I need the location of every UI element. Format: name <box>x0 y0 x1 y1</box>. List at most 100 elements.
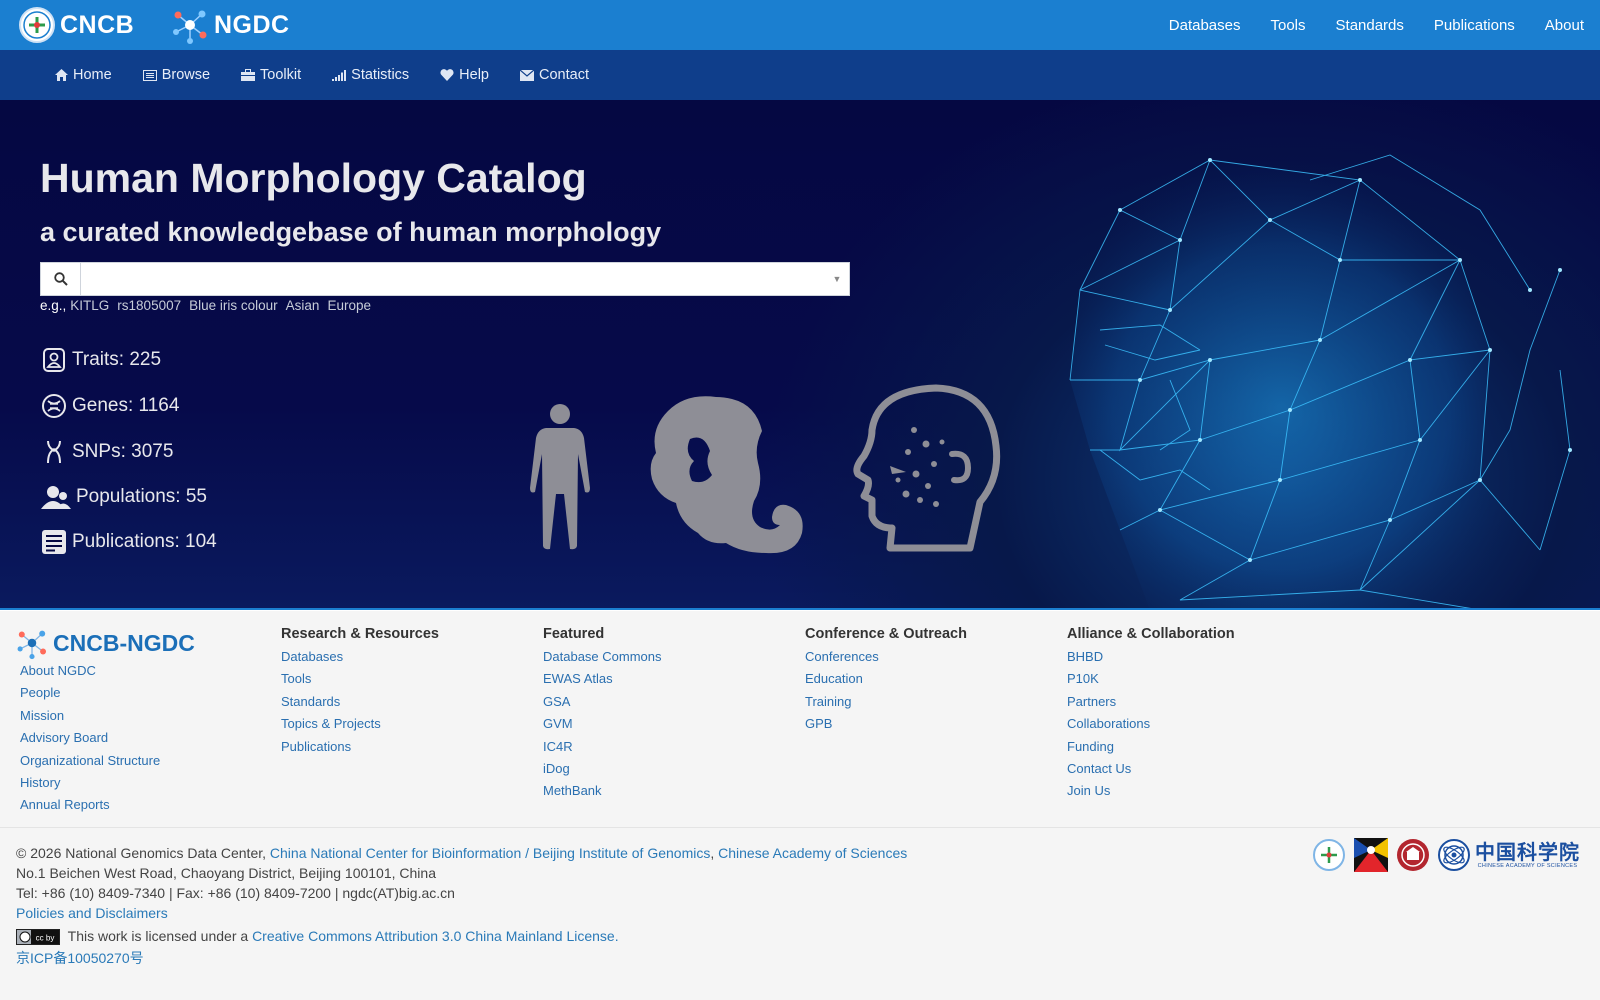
stat-publications-label: Publications: 104 <box>72 531 217 552</box>
license-prefix: This work is licensed under a <box>67 928 249 944</box>
subnav-browse-label: Browse <box>161 67 211 83</box>
stat-publications[interactable]: Publications: 104 <box>40 528 217 556</box>
topnav-publications[interactable]: Publications <box>1434 17 1515 34</box>
hair-figure-icon[interactable] <box>646 393 806 561</box>
footer-link[interactable]: IC4R <box>543 739 662 754</box>
footer-link[interactable]: MethBank <box>543 783 662 798</box>
cas-logo-subtext: CHINESE ACADEMY OF SCIENCES <box>1477 862 1578 869</box>
subnav-statistics[interactable]: Statistics <box>332 67 409 83</box>
footer-link[interactable]: Organizational Structure <box>20 753 160 768</box>
footer-link[interactable]: People <box>20 685 160 700</box>
footer-link[interactable]: Partners <box>1067 694 1235 709</box>
policies-link[interactable]: Policies and Disclaimers <box>16 905 168 921</box>
footer-link[interactable]: GVM <box>543 716 662 731</box>
cas-logo[interactable]: 中国科学院 CHINESE ACADEMY OF SCIENCES <box>1475 841 1580 870</box>
footer-link[interactable]: Contact Us <box>1067 761 1235 776</box>
stat-genes[interactable]: Genes: 1164 <box>40 392 179 420</box>
footer-link[interactable]: BHBD <box>1067 649 1235 664</box>
footer-link[interactable]: Mission <box>20 708 160 723</box>
footer-col-title: Featured <box>543 626 605 642</box>
search-button[interactable] <box>41 263 81 295</box>
footer-col-featured: Featured Database Commons EWAS Atlas GSA… <box>543 626 662 806</box>
cas-link[interactable]: Chinese Academy of Sciences <box>718 845 907 861</box>
subnav-contact[interactable]: Contact <box>520 67 589 83</box>
search-input[interactable] <box>81 263 825 295</box>
home-icon <box>55 69 68 81</box>
footer-link[interactable]: History <box>20 775 160 790</box>
envelope-icon <box>520 69 534 81</box>
footer-ngdc-logo[interactable]: CNCB-NGDC <box>15 626 195 660</box>
stat-snps[interactable]: SNPs: 3075 <box>40 438 173 466</box>
footer-link[interactable]: Training <box>805 694 967 709</box>
big-partner-logo-icon[interactable] <box>1354 838 1388 872</box>
footer-link[interactable]: Conferences <box>805 649 967 664</box>
footer-link[interactable]: iDog <box>543 761 662 776</box>
cas-logo-icon[interactable] <box>1438 839 1470 871</box>
footer-link[interactable]: Annual Reports <box>20 797 160 812</box>
example-link[interactable]: KITLG <box>70 298 109 313</box>
subnav-help-label: Help <box>459 67 489 83</box>
search-examples: e.g., KITLG rs1805007 Blue iris colour A… <box>40 298 379 313</box>
footer-link[interactable]: Join Us <box>1067 783 1235 798</box>
stat-snps-label: SNPs: 3075 <box>72 441 174 462</box>
footer-link[interactable]: Publications <box>281 739 439 754</box>
footer-link[interactable]: Database Commons <box>543 649 662 664</box>
site-navbar: Home Browse Toolkit Statistics Help Cont… <box>0 50 1600 100</box>
example-link[interactable]: Asian <box>286 298 320 313</box>
search-box: ▼ <box>40 262 850 296</box>
footer-link[interactable]: P10K <box>1067 671 1235 686</box>
stat-traits-label: Traits: 225 <box>72 349 162 370</box>
page-title: Human Morphology Catalog <box>40 155 587 201</box>
top-nav-links: Databases Tools Standards Publications A… <box>1169 0 1600 50</box>
cncb-logo[interactable]: CNCB <box>18 5 134 45</box>
example-link[interactable]: rs1805007 <box>117 298 181 313</box>
footer-link[interactable]: Education <box>805 671 967 686</box>
footer-col-title: Research & Resources <box>281 626 439 642</box>
subnav-home-label: Home <box>73 67 112 83</box>
ngdc-logo[interactable]: NGDC <box>170 5 290 45</box>
footer-link[interactable]: Collaborations <box>1067 716 1235 731</box>
face-skin-figure-icon[interactable] <box>850 382 1002 554</box>
subnav-browse[interactable]: Browse <box>142 67 211 83</box>
subnav-contact-label: Contact <box>539 67 589 83</box>
footer-link[interactable]: Standards <box>281 694 439 709</box>
snp-icon <box>40 438 68 466</box>
cncb-link[interactable]: China National Center for Bioinformation… <box>270 845 710 861</box>
topnav-about[interactable]: About <box>1545 17 1584 34</box>
footer-col-title: Conference & Outreach <box>805 626 967 642</box>
license-link[interactable]: Creative Commons Attribution 3.0 China M… <box>252 928 619 944</box>
subnav-help[interactable]: Help <box>440 67 489 83</box>
address-line: No.1 Beichen West Road, Chaoyang Distric… <box>16 865 436 881</box>
footer-link[interactable]: GPB <box>805 716 967 731</box>
ucas-seal-logo-icon[interactable] <box>1396 838 1430 872</box>
footer-link[interactable]: Databases <box>281 649 439 664</box>
stat-populations[interactable]: Populations: 55 <box>40 483 207 511</box>
dropdown-caret-icon[interactable]: ▼ <box>825 263 849 295</box>
footer-link[interactable]: Tools <box>281 671 439 686</box>
stat-traits[interactable]: Traits: 225 <box>40 346 161 374</box>
footer-link[interactable]: About NGDC <box>20 663 160 678</box>
cncb-partner-logo-icon[interactable] <box>1312 838 1346 872</box>
hero-divider <box>0 608 1600 610</box>
heart-icon <box>440 69 454 81</box>
icp-link[interactable]: 京ICP备10050270号 <box>16 950 144 966</box>
topnav-databases[interactable]: Databases <box>1169 17 1241 34</box>
footer-link[interactable]: GSA <box>543 694 662 709</box>
subnav-toolkit-label: Toolkit <box>260 67 302 83</box>
ngdc-logo-text: NGDC <box>214 10 290 39</box>
footer-col-research: Research & Resources Databases Tools Sta… <box>281 626 439 761</box>
example-link[interactable]: Blue iris colour <box>189 298 278 313</box>
body-figure-icon[interactable] <box>524 402 596 550</box>
publication-icon <box>40 528 68 556</box>
example-link[interactable]: Europe <box>327 298 371 313</box>
footer-col-title: Alliance & Collaboration <box>1067 626 1235 642</box>
footer-link[interactable]: Advisory Board <box>20 730 160 745</box>
footer-link[interactable]: Funding <box>1067 739 1235 754</box>
footer-link[interactable]: Topics & Projects <box>281 716 439 731</box>
subnav-toolkit[interactable]: Toolkit <box>241 67 301 83</box>
footer-link[interactable]: EWAS Atlas <box>543 671 662 686</box>
topnav-standards[interactable]: Standards <box>1336 17 1404 34</box>
topnav-tools[interactable]: Tools <box>1270 17 1305 34</box>
cc-license-icon[interactable]: cc by <box>16 929 60 946</box>
subnav-home[interactable]: Home <box>55 67 112 83</box>
